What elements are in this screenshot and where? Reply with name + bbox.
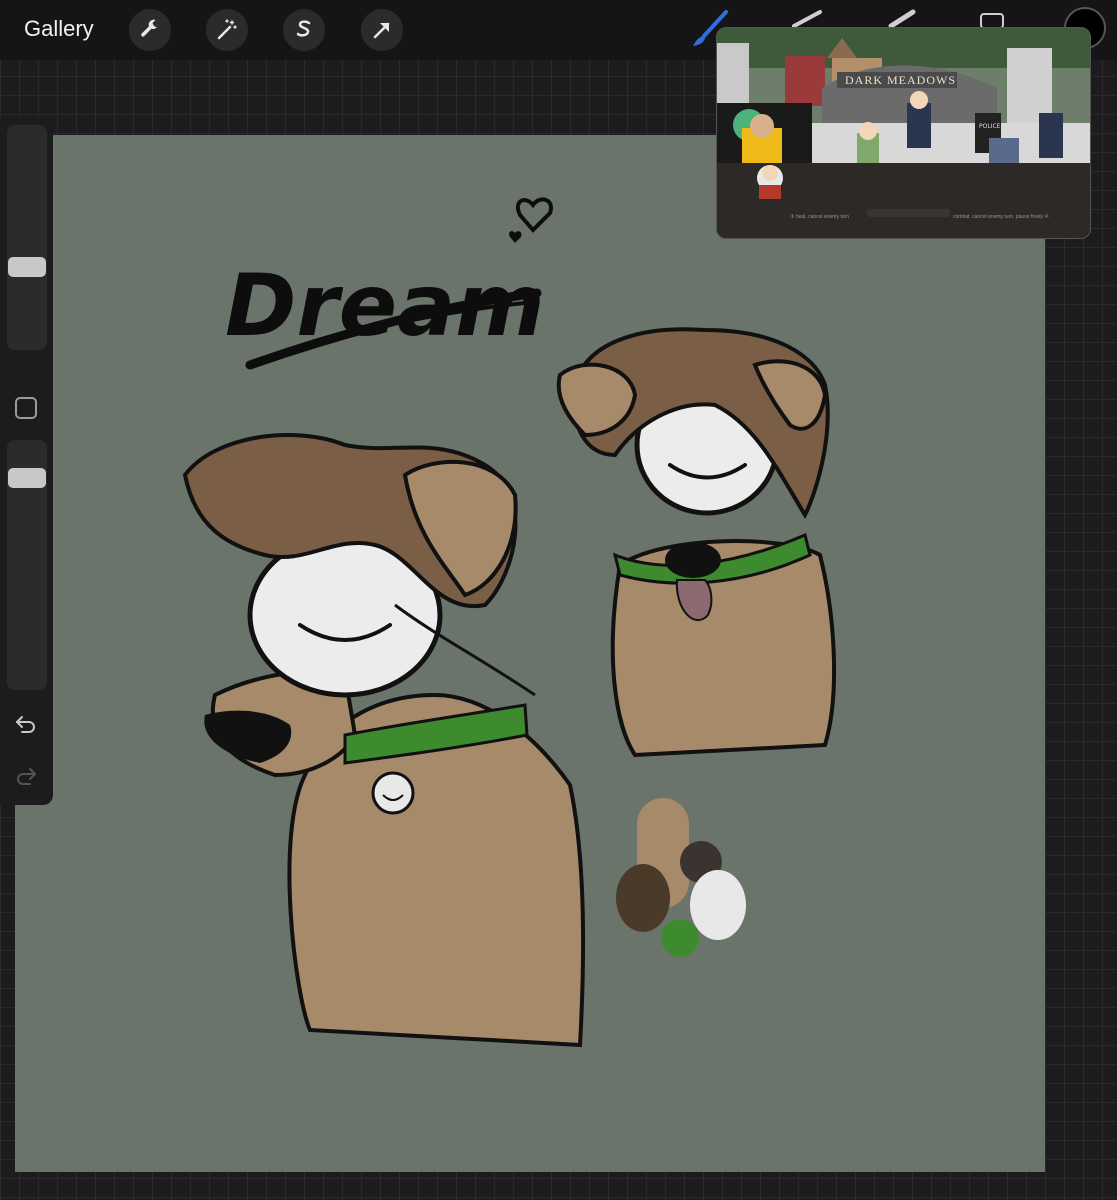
selection-icon (296, 20, 311, 37)
opacity-slider[interactable] (7, 440, 47, 690)
palette-swatch-green (661, 919, 699, 957)
brush-size-thumb[interactable] (8, 257, 46, 277)
heart-doodle-small (509, 231, 522, 243)
actions-button[interactable] (129, 9, 171, 51)
undo-button[interactable] (14, 714, 38, 741)
redo-icon (17, 768, 37, 785)
gallery-button[interactable]: Gallery (24, 16, 94, 42)
heart-doodle (515, 197, 553, 233)
pip-hud (717, 163, 1090, 238)
picture-in-picture-video[interactable]: DARK MEADOWS POLICE ③ heal, cancel enemy… (716, 27, 1091, 239)
palette-swatch-white (690, 870, 746, 940)
drawing-canvas[interactable]: Dream (15, 135, 1045, 1172)
pip-caption-left: ③ heal, cancel enemy turn (790, 214, 849, 220)
pip-caption-right: combat, cancel enemy turn, pause freely … (953, 214, 1049, 220)
transform-button[interactable] (361, 9, 403, 51)
modify-button[interactable] (15, 397, 37, 419)
palette-swatch-dark-brown (616, 864, 670, 932)
adjustments-button[interactable] (206, 9, 248, 51)
undo-icon (15, 716, 35, 733)
selection-button[interactable] (283, 9, 325, 51)
opacity-thumb[interactable] (8, 468, 46, 488)
wrench-icon (141, 19, 159, 37)
color-palette-swatches (616, 798, 746, 957)
pip-video-scene: DARK MEADOWS POLICE (717, 28, 1090, 163)
artwork: Dream (182, 197, 837, 1048)
pip-hud-graphics (757, 165, 950, 217)
dog-drawing-small (556, 327, 837, 758)
redo-button[interactable] (14, 766, 38, 793)
transform-arrow-icon (373, 22, 390, 39)
pip-sign-text: DARK MEADOWS (845, 73, 956, 87)
brush-size-slider[interactable] (7, 125, 47, 350)
pip-police-badge: POLICE (979, 123, 1001, 130)
magic-wand-icon (217, 19, 237, 40)
dog-drawing-large (182, 433, 585, 1048)
